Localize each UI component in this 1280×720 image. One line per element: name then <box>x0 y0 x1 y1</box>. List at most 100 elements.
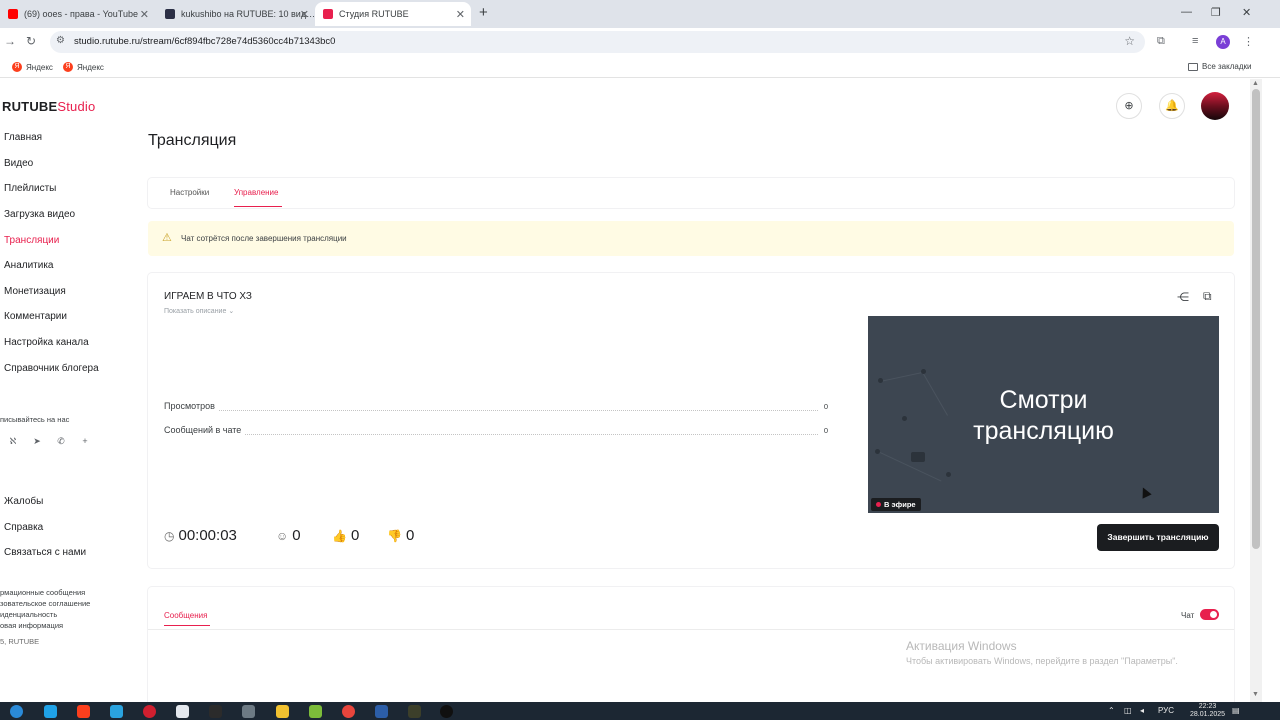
sidebar-item-blogger-guide[interactable]: Справочник блогера <box>4 363 99 374</box>
warning-icon: ⚠ <box>162 232 172 244</box>
profile-avatar[interactable]: A <box>1216 35 1230 49</box>
close-icon[interactable]: ✕ <box>300 8 309 21</box>
tab-messages[interactable]: Сообщения <box>164 611 207 620</box>
app-icon[interactable] <box>209 705 222 718</box>
sidebar-item-comments[interactable]: Комментарии <box>4 311 67 322</box>
rutube-icon <box>165 9 175 19</box>
scrollbar-thumb[interactable] <box>1252 89 1260 549</box>
thumbs-down-icon: 👎 <box>387 528 402 543</box>
app-icon[interactable] <box>242 705 255 718</box>
show-description-link[interactable]: Показать описание ⌄ <box>164 307 234 315</box>
tray-notification-icon[interactable]: ▤ <box>1232 706 1240 715</box>
site-info-icon[interactable]: ⚙ <box>56 35 65 46</box>
channel-avatar[interactable] <box>1201 92 1229 120</box>
edge-icon[interactable] <box>44 705 57 718</box>
window-close-icon[interactable]: ✕ <box>1242 6 1251 19</box>
tab-settings[interactable]: Настройки <box>170 188 209 197</box>
rutube-studio-logo[interactable]: RUTUBEStudio <box>2 99 95 114</box>
scroll-down-icon[interactable]: ▼ <box>1252 691 1259 698</box>
obs-icon[interactable] <box>440 705 453 718</box>
footer-link-agreement[interactable]: зовательское соглашение <box>0 599 90 608</box>
close-icon[interactable]: ✕ <box>140 8 149 21</box>
browser-menu-icon[interactable]: ⋮ <box>1243 35 1254 48</box>
footer-link-privacy[interactable]: иденциальность <box>0 610 57 619</box>
minimize-icon[interactable]: — <box>1181 6 1192 18</box>
sidebar-item-help[interactable]: Справка <box>4 522 43 533</box>
footer-link-info[interactable]: рмационные сообщения <box>0 588 85 597</box>
viewers-value: 0 <box>292 527 301 544</box>
viewers-metric: ☺ 0 <box>276 527 301 544</box>
sidebar-item-monetization[interactable]: Монетизация <box>4 286 66 297</box>
bookmark-yandex[interactable]: Я Яндекс <box>12 62 53 72</box>
start-icon[interactable] <box>10 705 23 718</box>
notifications-icon[interactable]: 🔔 <box>1159 93 1185 119</box>
tray-volume-icon[interactable]: ◂ <box>1140 706 1144 715</box>
new-tab-icon[interactable]: + <box>479 4 488 21</box>
end-stream-button[interactable]: Завершить трансляцию <box>1097 524 1219 551</box>
sidebar-item-streams[interactable]: Трансляции <box>4 235 59 246</box>
powershell-icon[interactable] <box>375 705 388 718</box>
yandex-icon: Я <box>63 62 73 72</box>
chat-toggle[interactable] <box>1200 609 1219 620</box>
tray-clock[interactable]: 22:23 28.01.2025 <box>1190 703 1225 719</box>
store-icon[interactable] <box>176 705 189 718</box>
tab-management[interactable]: Управление <box>234 188 278 197</box>
sidebar-item-video[interactable]: Видео <box>4 158 33 169</box>
opera-icon[interactable] <box>143 705 156 718</box>
preview-decoration <box>878 378 883 383</box>
more-icon[interactable]: + <box>79 436 91 448</box>
bookmarks-bar: Я Яндекс Я Яндекс Все закладки <box>0 56 1280 78</box>
sidebar-item-complaints[interactable]: Жалобы <box>4 496 43 507</box>
tray-language[interactable]: РУС <box>1158 706 1174 715</box>
chat-card: Сообщения Чат <box>148 587 1234 702</box>
media-icon[interactable]: ≡ <box>1192 35 1198 47</box>
bookmark-star-icon[interactable]: ☆ <box>1124 34 1135 48</box>
preview-decoration <box>946 472 951 477</box>
live-badge-label: В эфире <box>884 500 916 509</box>
explorer-icon[interactable] <box>276 705 289 718</box>
reload-icon[interactable]: ↻ <box>26 34 36 48</box>
page-scrollbar[interactable]: ▲ ▼ <box>1250 79 1262 702</box>
preview-text: Смотри <box>999 386 1088 414</box>
sidebar-item-contact[interactable]: Связаться с нами <box>4 547 86 558</box>
logo-rutube: RUTUBE <box>2 99 58 114</box>
extensions-icon[interactable]: ⧉ <box>1157 35 1165 48</box>
bookmark-yandex[interactable]: Я Яндекс <box>63 62 104 72</box>
sidebar-item-channel-settings[interactable]: Настройка канала <box>4 337 89 348</box>
share-icon[interactable]: ⋲ <box>1177 290 1189 304</box>
preview-decoration <box>921 369 926 374</box>
ok-icon[interactable]: ℵ <box>7 436 19 448</box>
browser-tab-rutube[interactable]: kukushibo на RUTUBE: 10 вид… ✕ <box>157 2 315 26</box>
browser-tab-youtube[interactable]: (69) ooes - права - YouTube ✕ <box>0 2 155 26</box>
show-description-label: Показать описание <box>164 308 227 315</box>
sidebar-item-analytics[interactable]: Аналитика <box>4 260 54 271</box>
viber-icon[interactable]: ✆ <box>55 436 67 448</box>
footer-link-legal[interactable]: овая информация <box>0 621 63 630</box>
stream-preview[interactable]: Смотри трансляцию В эфире <box>868 316 1219 513</box>
yandex-browser-icon[interactable] <box>77 705 90 718</box>
app-icon[interactable] <box>309 705 322 718</box>
chrome-icon[interactable] <box>342 705 355 718</box>
address-bar[interactable]: ⚙ studio.rutube.ru/stream/6cf894fbc728e7… <box>50 31 1145 53</box>
scroll-up-icon[interactable]: ▲ <box>1252 80 1259 87</box>
chat-toggle-label: Чат <box>1181 611 1195 620</box>
browser-tab-studio[interactable]: Студия RUTUBE ✕ <box>315 2 471 26</box>
close-icon[interactable]: ✕ <box>456 8 465 21</box>
studio-page: RUTUBEStudio Главная Видео Плейлисты Заг… <box>0 79 1250 702</box>
tray-network-icon[interactable]: ◫ <box>1124 706 1132 715</box>
maximize-icon[interactable]: ❐ <box>1211 6 1221 19</box>
sidebar-item-playlists[interactable]: Плейлисты <box>4 183 56 194</box>
external-link-icon[interactable]: ⧉ <box>1203 289 1212 304</box>
live-badge: В эфире <box>871 498 921 511</box>
sidebar-item-home[interactable]: Главная <box>4 132 42 143</box>
app-icon[interactable] <box>408 705 421 718</box>
preview-decoration <box>911 452 925 462</box>
tray-chevron-icon[interactable]: ⌃ <box>1108 706 1115 715</box>
telegram-icon[interactable]: ➤ <box>31 436 43 448</box>
telegram-app-icon[interactable] <box>110 705 123 718</box>
add-video-icon[interactable]: ⊕ <box>1116 93 1142 119</box>
sidebar-item-upload[interactable]: Загрузка видео <box>4 209 75 220</box>
thumbs-up-icon: 👍 <box>332 528 347 543</box>
all-bookmarks[interactable]: Все закладки <box>1188 62 1251 71</box>
forward-icon[interactable]: → <box>4 34 16 48</box>
